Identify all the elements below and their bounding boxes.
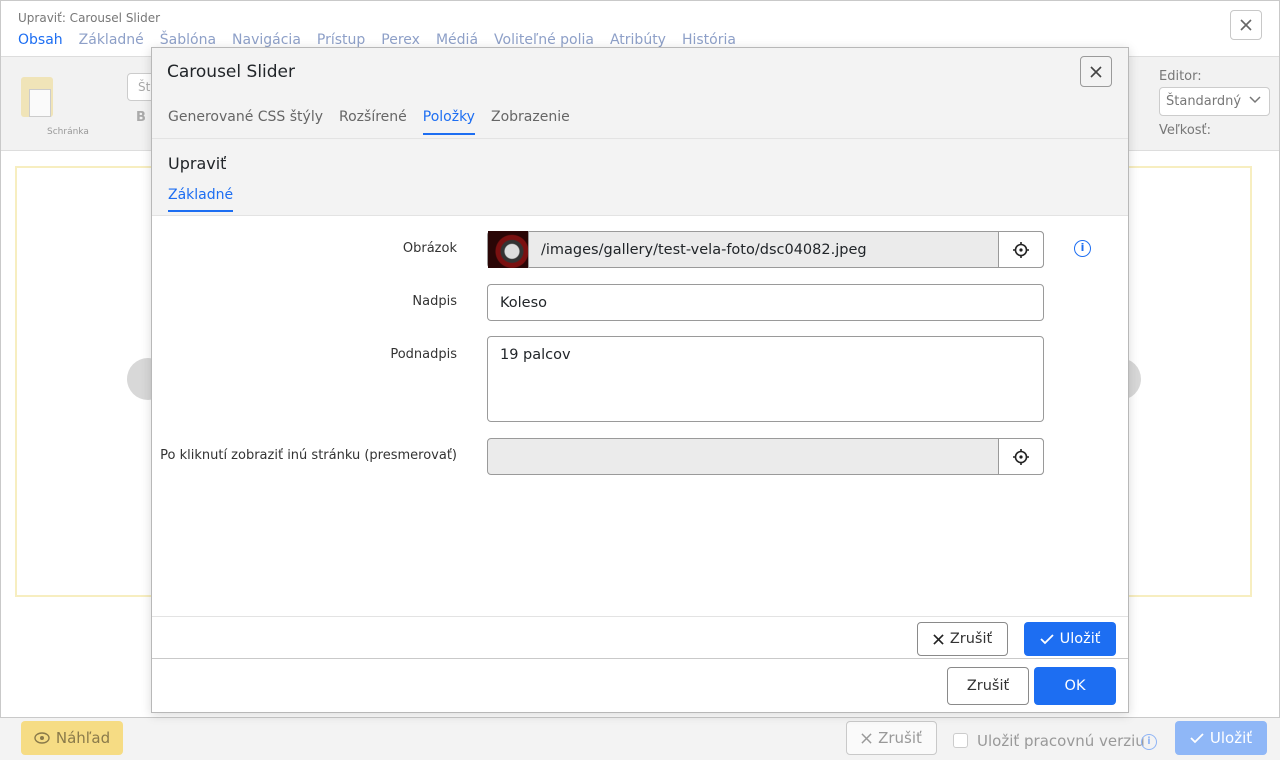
- tab-generovane-css[interactable]: Generované CSS štýly: [168, 109, 323, 135]
- image-field[interactable]: /images/gallery/test-vela-foto/dsc04082.…: [487, 231, 1044, 268]
- item-cancel-label: Zrušiť: [949, 631, 993, 647]
- close-icon: [861, 732, 872, 744]
- heading-input-value: Koleso: [500, 294, 548, 311]
- tab-polozky[interactable]: Položky: [422, 109, 475, 135]
- close-icon: [1240, 19, 1252, 31]
- size-label: Veľkosť:: [1159, 123, 1212, 138]
- image-picker-button[interactable]: [998, 231, 1044, 268]
- tab-historia[interactable]: História: [682, 32, 736, 48]
- dialog-tabs: Generované CSS štýly Rozšírené Položky Z…: [168, 109, 586, 135]
- subheading-textarea[interactable]: 19 palcov: [487, 336, 1044, 422]
- dialog-title: Carousel Slider: [167, 62, 295, 82]
- item-save-button[interactable]: Uložiť: [1024, 622, 1116, 656]
- window-close-button[interactable]: [1230, 10, 1262, 40]
- preview-button-label: Náhľad: [55, 729, 111, 747]
- tab-pristup[interactable]: Prístup: [317, 32, 365, 48]
- subheading-textarea-value: 19 palcov: [500, 347, 571, 363]
- redirect-picker-button[interactable]: [998, 438, 1044, 475]
- editor-save-button[interactable]: Uložiť: [1175, 721, 1267, 755]
- heading-input[interactable]: Koleso: [487, 284, 1044, 321]
- check-icon: [1190, 733, 1204, 744]
- redirect-label: Po kliknutí zobraziť inú stránku (presme…: [160, 448, 457, 463]
- tab-zakladne[interactable]: Základné: [79, 32, 144, 48]
- close-icon: [1090, 65, 1102, 78]
- subheading-label: Podnadpis: [390, 347, 457, 362]
- item-cancel-button[interactable]: Zrušiť: [917, 622, 1008, 656]
- dialog-cancel-button[interactable]: Zrušiť: [947, 667, 1029, 705]
- tab-rozsirene[interactable]: Rozšírené: [339, 109, 407, 135]
- editor-label: Editor:: [1159, 69, 1202, 84]
- tab-media[interactable]: Médiá: [436, 32, 478, 48]
- editor-save-label: Uložiť: [1209, 729, 1253, 747]
- preview-button[interactable]: Náhľad: [21, 721, 123, 755]
- editor-cancel-button[interactable]: Zrušiť: [846, 721, 937, 755]
- editor-select[interactable]: Štandardný: [1159, 87, 1270, 116]
- redirect-field[interactable]: [487, 438, 1044, 475]
- paste-icon[interactable]: [21, 77, 53, 117]
- tab-zakladne-item[interactable]: Základné: [168, 187, 234, 212]
- tab-perex[interactable]: Perex: [381, 32, 420, 48]
- tab-zobrazenie[interactable]: Zobrazenie: [491, 109, 570, 135]
- crosshair-icon: [1013, 448, 1029, 465]
- chevron-down-icon: [1249, 96, 1261, 104]
- tab-atributy[interactable]: Atribúty: [610, 32, 666, 48]
- info-icon[interactable]: i: [1074, 240, 1091, 257]
- tab-obsah[interactable]: Obsah: [18, 32, 63, 48]
- dialog-ok-button[interactable]: OK: [1034, 667, 1116, 705]
- clipboard-group-label: Schránka: [47, 127, 89, 137]
- edit-item-title: Upraviť: [168, 154, 227, 173]
- save-draft-label: Uložiť pracovnú verziu: [977, 732, 1145, 750]
- dialog-header: Carousel Slider Generované CSS štýly Roz…: [152, 48, 1128, 138]
- tab-volitelne-polia[interactable]: Voliteľné polia: [494, 32, 594, 48]
- window-title: Upraviť: Carousel Slider: [18, 11, 161, 25]
- image-label: Obrázok: [402, 241, 457, 256]
- check-icon: [1039, 634, 1054, 645]
- crosshair-icon: [1013, 241, 1029, 258]
- eye-icon: [34, 732, 50, 744]
- editor-cancel-label: Zrušiť: [878, 729, 922, 747]
- editor-footer: Náhľad Zrušiť Uložiť pracovnú verziu i U…: [0, 718, 1280, 760]
- bold-button[interactable]: B: [136, 110, 146, 125]
- dialog-close-button[interactable]: [1080, 56, 1112, 87]
- save-draft-checkbox[interactable]: [953, 733, 968, 748]
- heading-label: Nadpis: [412, 294, 457, 309]
- image-thumbnail: [488, 231, 529, 268]
- carousel-slider-dialog: Carousel Slider Generované CSS štýly Roz…: [151, 47, 1129, 713]
- editor-tabs: Obsah Základné Šablóna Navigácia Prístup…: [18, 32, 736, 48]
- tab-navigacia[interactable]: Navigácia: [232, 32, 301, 48]
- editor-select-value: Štandardný: [1166, 94, 1242, 109]
- tab-sablona[interactable]: Šablóna: [160, 32, 216, 48]
- close-icon: [933, 633, 944, 645]
- edit-item-header: Upraviť Základné: [152, 138, 1128, 216]
- dialog-footer: Zrušiť OK: [152, 658, 1128, 712]
- item-form-footer: Zrušiť Uložiť: [152, 616, 1128, 658]
- info-icon[interactable]: i: [1141, 734, 1157, 750]
- item-save-label: Uložiť: [1059, 631, 1101, 647]
- image-path-value: /images/gallery/test-vela-foto/dsc04082.…: [541, 241, 867, 258]
